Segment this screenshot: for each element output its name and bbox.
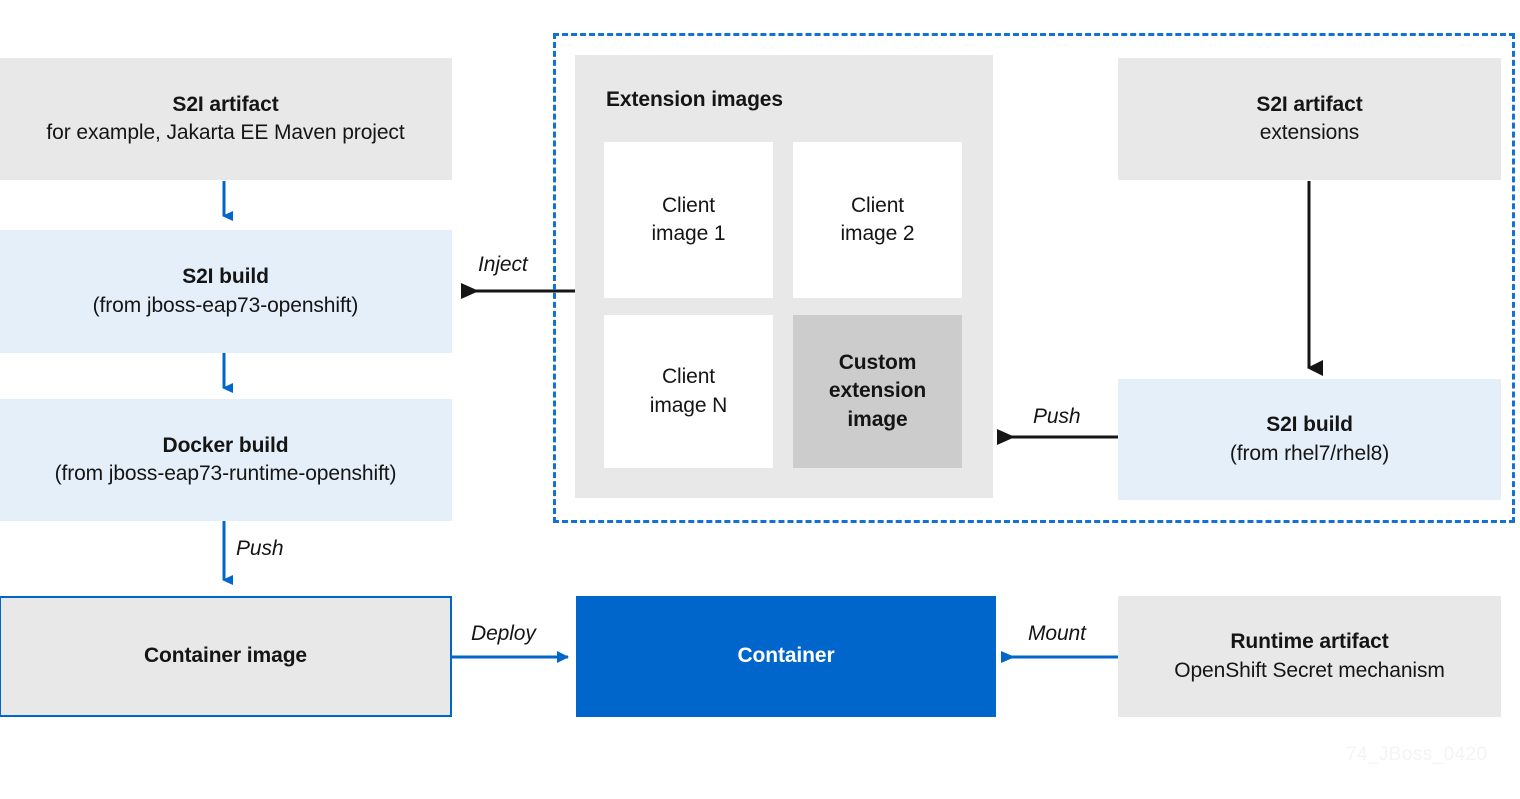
box-s2i-artifact-subtitle: for example, Jakarta EE Maven project xyxy=(46,121,405,144)
box-docker-build-subtitle: (from jboss-eap73-runtime-openshift) xyxy=(54,462,397,485)
tile-client-image-1-line2: image 1 xyxy=(651,222,726,245)
box-s2i-artifact-extensions: S2I artifact extensions xyxy=(1118,58,1501,180)
box-s2i-build-rhel-subtitle: (from rhel7/rhel8) xyxy=(1229,441,1390,465)
tile-client-image-2-line2: image 2 xyxy=(840,222,915,245)
box-container: Container xyxy=(576,596,996,717)
box-s2i-artifact-extensions-subtitle: extensions xyxy=(1259,121,1360,144)
tile-custom-extension-image-line2: extension xyxy=(828,379,927,403)
tile-client-image-1-line1: Client xyxy=(661,193,716,217)
box-docker-build-title: Docker build xyxy=(162,433,289,457)
edge-label-push-left: Push xyxy=(236,537,284,560)
box-container-image: Container image xyxy=(0,596,452,717)
box-s2i-artifact: S2I artifact for example, Jakarta EE Mav… xyxy=(0,58,452,180)
watermark-label: 74_JBoss_0420 xyxy=(1346,744,1488,765)
box-runtime-artifact: Runtime artifact OpenShift Secret mechan… xyxy=(1118,596,1501,717)
tile-client-image-1: Client image 1 xyxy=(604,142,773,298)
box-docker-build: Docker build (from jboss-eap73-runtime-o… xyxy=(0,399,452,521)
tile-custom-extension-image-line3: image xyxy=(847,407,908,431)
tile-client-image-n: Client image N xyxy=(604,315,773,468)
box-container-image-title: Container image xyxy=(143,644,308,668)
edge-label-mount: Mount xyxy=(1028,622,1086,645)
diagram-canvas: S2I artifact for example, Jakarta EE Mav… xyxy=(0,0,1520,799)
tile-client-image-2-line1: Client xyxy=(850,193,905,217)
box-s2i-build-openshift-subtitle: (from jboss-eap73-openshift) xyxy=(92,293,359,317)
edge-label-inject: Inject xyxy=(478,253,528,276)
tile-custom-extension-image-line1: Custom xyxy=(838,350,917,374)
edge-label-deploy: Deploy xyxy=(471,622,536,645)
tile-client-image-2: Client image 2 xyxy=(793,142,962,298)
tile-custom-extension-image: Custom extension image xyxy=(793,315,962,468)
box-container-title: Container xyxy=(737,644,835,668)
box-s2i-artifact-title: S2I artifact xyxy=(172,92,279,116)
box-s2i-build-rhel-title: S2I build xyxy=(1266,413,1353,437)
box-s2i-build-openshift: S2I build (from jboss-eap73-openshift) xyxy=(0,230,452,353)
box-s2i-artifact-extensions-title: S2I artifact xyxy=(1256,92,1363,116)
tile-client-image-n-line2: image N xyxy=(649,393,728,417)
extension-images-panel-title: Extension images xyxy=(606,88,783,111)
edge-label-push-right: Push xyxy=(1033,405,1081,428)
box-s2i-build-openshift-title: S2I build xyxy=(182,265,269,289)
box-runtime-artifact-subtitle: OpenShift Secret mechanism xyxy=(1174,658,1445,682)
box-s2i-build-rhel: S2I build (from rhel7/rhel8) xyxy=(1118,379,1501,500)
box-runtime-artifact-title: Runtime artifact xyxy=(1230,630,1389,654)
tile-client-image-n-line1: Client xyxy=(661,365,716,389)
